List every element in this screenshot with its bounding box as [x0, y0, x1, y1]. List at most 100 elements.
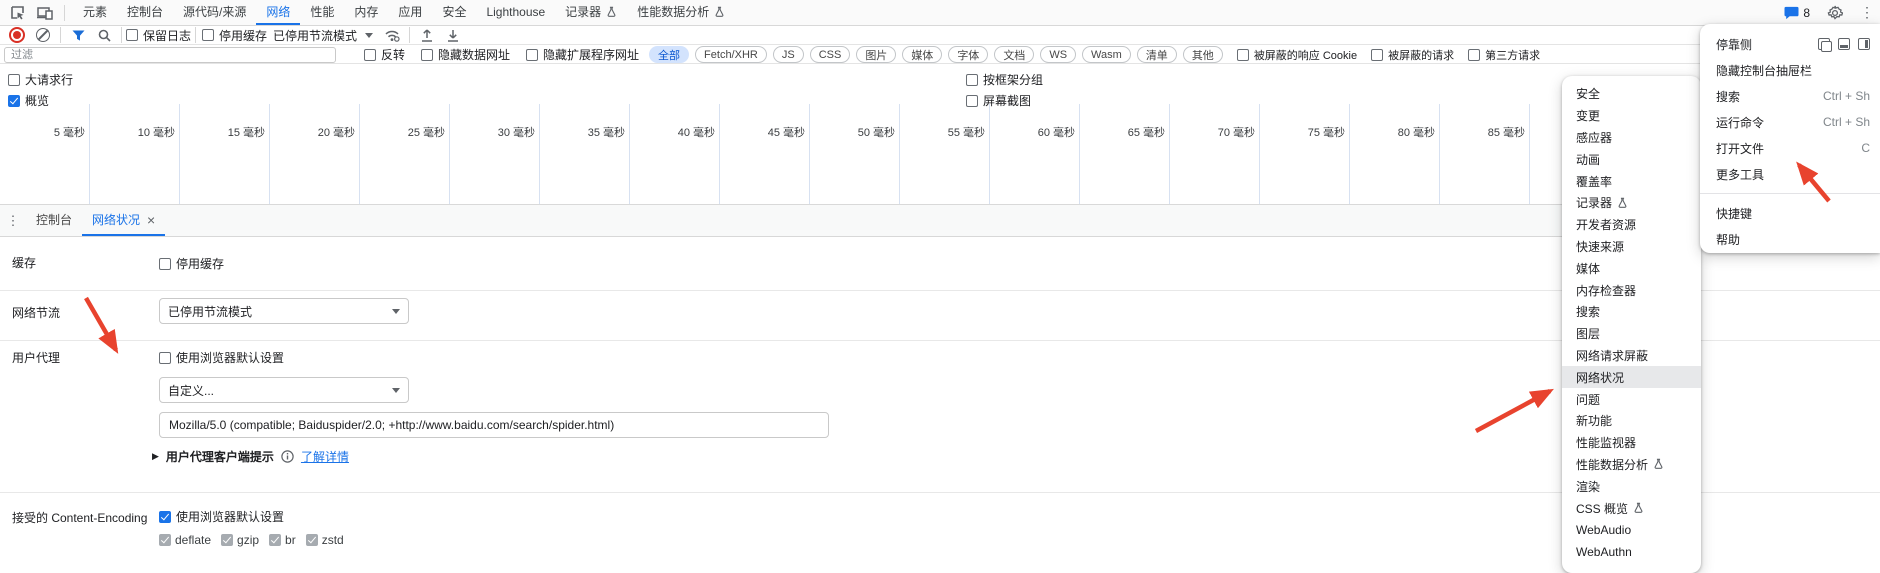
more-tools-menu-item[interactable]: 覆盖率 — [1562, 170, 1701, 192]
big-request-rows-checkbox[interactable]: 大请求行 — [8, 71, 73, 88]
network-conditions-icon[interactable] — [379, 24, 405, 46]
request-type-chip[interactable]: 字体 — [948, 46, 988, 63]
hide-data-urls-checkbox[interactable]: 隐藏数据网址 — [421, 46, 510, 63]
more-tools-menu-item[interactable]: 网络请求屏蔽 — [1562, 345, 1701, 367]
encoding-option-checkbox: gzip — [221, 533, 259, 547]
dock-right-icon[interactable] — [1858, 38, 1870, 50]
toolbar-separator — [60, 27, 61, 43]
learn-more-link[interactable]: 了解详情 — [301, 448, 349, 465]
panel-tab[interactable]: 安全 — [432, 0, 476, 25]
dock-bottom-icon[interactable] — [1838, 38, 1850, 50]
invert-filter-checkbox[interactable]: 反转 — [364, 46, 405, 63]
hide-extension-urls-checkbox[interactable]: 隐藏扩展程序网址 — [526, 46, 639, 63]
panel-tab[interactable]: 应用 — [388, 0, 432, 25]
third-party-requests-checkbox[interactable]: 第三方请求 — [1468, 47, 1540, 63]
main-menu-item[interactable]: 运行命令 Ctrl + Sh — [1700, 109, 1880, 135]
more-tools-menu-item[interactable]: WebAudio — [1562, 519, 1701, 541]
main-menu-item[interactable]: 隐藏控制台抽屉栏 — [1700, 57, 1880, 83]
main-menu-item[interactable]: 搜索 Ctrl + Sh — [1700, 83, 1880, 109]
more-tools-menu-item[interactable]: 内存检查器 — [1562, 279, 1701, 301]
device-toolbar-icon[interactable] — [32, 2, 58, 24]
more-tools-menu-item[interactable]: 快速来源 — [1562, 236, 1701, 258]
filter-input[interactable] — [4, 47, 336, 63]
request-type-chip[interactable]: 文档 — [994, 46, 1034, 63]
panel-tab[interactable]: 记录器 — [555, 0, 627, 25]
more-tools-menu-item[interactable]: 搜索 — [1562, 301, 1701, 323]
blocked-response-cookies-checkbox[interactable]: 被屏蔽的响应 Cookie — [1237, 47, 1357, 63]
request-type-chip[interactable]: 其他 — [1183, 46, 1223, 63]
main-menu-item[interactable] — [1700, 193, 1880, 194]
panel-tab[interactable]: 源代码/来源 — [173, 0, 256, 25]
request-type-chip[interactable]: 全部 — [649, 46, 689, 63]
throttling-select[interactable]: 已停用节流模式 — [159, 298, 409, 324]
request-type-chip[interactable]: Fetch/XHR — [695, 46, 767, 63]
more-tools-menu-item[interactable]: 网络状况 — [1562, 366, 1701, 388]
disable-cache-checkbox[interactable]: 停用缓存 — [202, 27, 267, 44]
ruler-tick: 75 毫秒 — [1260, 104, 1350, 204]
drawer-tab[interactable]: 控制台 × — [26, 205, 82, 236]
search-icon[interactable] — [91, 24, 117, 46]
main-menu-item[interactable]: 打开文件 C — [1700, 135, 1880, 161]
import-har-icon[interactable] — [414, 24, 440, 46]
drawer-tab[interactable]: 网络状况 × — [82, 205, 165, 236]
panel-tab[interactable]: Lighthouse — [476, 0, 555, 25]
request-type-chip[interactable]: 媒体 — [902, 46, 942, 63]
clear-network-log-icon[interactable] — [30, 24, 56, 46]
record-network-log-icon[interactable] — [4, 24, 30, 46]
settings-gear-icon[interactable] — [1822, 2, 1848, 24]
panel-tab[interactable]: 内存 — [344, 0, 388, 25]
export-har-icon[interactable] — [440, 24, 466, 46]
ruler-tick-label: 80 毫秒 — [1398, 124, 1435, 140]
panel-tab[interactable]: 性能数据分析 — [627, 0, 735, 25]
main-menu-item[interactable]: 更多工具 — [1700, 161, 1880, 187]
preserve-log-checkbox[interactable]: 保留日志 — [126, 27, 191, 44]
filter-funnel-icon[interactable] — [65, 24, 91, 46]
panel-tabs: 元素 控制台 源代码/来源 网络 — [73, 0, 735, 25]
ua-preset-select[interactable]: 自定义... — [159, 377, 409, 403]
devtools-menu-icon[interactable]: ⋮ — [1860, 4, 1874, 21]
more-tools-menu-item[interactable]: CSS 概览 — [1562, 497, 1701, 519]
more-tools-menu-item[interactable]: 媒体 — [1562, 257, 1701, 279]
panel-tab[interactable]: 控制台 — [117, 0, 173, 25]
main-menu-item[interactable]: 停靠侧 — [1700, 31, 1880, 57]
more-tools-menu-item[interactable]: 变更 — [1562, 105, 1701, 127]
more-tools-menu-item[interactable]: 性能数据分析 — [1562, 454, 1701, 476]
panel-tab[interactable]: 性能 — [300, 0, 344, 25]
more-tools-menu-item[interactable]: 问题 — [1562, 388, 1701, 410]
more-tools-menu-item[interactable]: 性能监视器 — [1562, 432, 1701, 454]
panel-tab[interactable]: 网络 — [256, 0, 300, 25]
ua-use-default-checkbox[interactable]: 使用浏览器默认设置 — [159, 349, 284, 366]
dropdown-caret-icon — [392, 309, 400, 314]
main-menu-item[interactable]: 快捷键 — [1700, 200, 1880, 226]
request-type-chip[interactable]: 图片 — [856, 46, 896, 63]
inspect-element-icon[interactable] — [4, 2, 30, 24]
issues-counter[interactable]: 8 — [1784, 6, 1810, 20]
request-type-chip[interactable]: WS — [1040, 46, 1076, 63]
more-tools-menu-item[interactable]: 开发者资源 — [1562, 214, 1701, 236]
request-type-chip[interactable]: 清单 — [1137, 46, 1177, 63]
more-tools-menu-item[interactable]: 新功能 — [1562, 410, 1701, 432]
more-tools-menu-item[interactable]: 安全 — [1562, 83, 1701, 105]
more-tools-menu-item[interactable]: 图层 — [1562, 323, 1701, 345]
more-tools-menu-item[interactable]: WebAuthn — [1562, 541, 1701, 563]
more-tools-menu-item[interactable]: 动画 — [1562, 148, 1701, 170]
ua-string-input[interactable] — [159, 412, 829, 438]
more-tools-menu-item[interactable]: 渲染 — [1562, 475, 1701, 497]
more-tools-menu-item[interactable]: 记录器 — [1562, 192, 1701, 214]
drawer-more-tabs-icon[interactable]: ⋮ — [0, 205, 26, 236]
ua-client-hints-label[interactable]: 用户代理客户端提示 — [166, 448, 274, 465]
request-type-chip[interactable]: Wasm — [1082, 46, 1131, 63]
blocked-requests-checkbox[interactable]: 被屏蔽的请求 — [1371, 47, 1454, 63]
group-by-frame-checkbox[interactable]: 按框架分组 — [966, 71, 1043, 88]
throttling-dropdown[interactable]: 已停用节流模式 — [267, 27, 379, 44]
request-type-chip[interactable]: CSS — [810, 46, 851, 63]
undock-icon[interactable] — [1818, 38, 1830, 50]
close-tab-icon[interactable]: × — [147, 213, 155, 227]
more-tools-menu-item[interactable]: 感应器 — [1562, 127, 1701, 149]
drawer-disable-cache-checkbox[interactable]: 停用缓存 — [159, 255, 224, 272]
request-type-chip[interactable]: JS — [773, 46, 804, 63]
main-menu-item[interactable]: 帮助 — [1700, 226, 1880, 252]
panel-tab[interactable]: 元素 — [73, 0, 117, 25]
expander-triangle-icon[interactable]: ▶ — [152, 451, 159, 462]
encoding-use-default-checkbox[interactable]: 使用浏览器默认设置 — [159, 508, 284, 525]
